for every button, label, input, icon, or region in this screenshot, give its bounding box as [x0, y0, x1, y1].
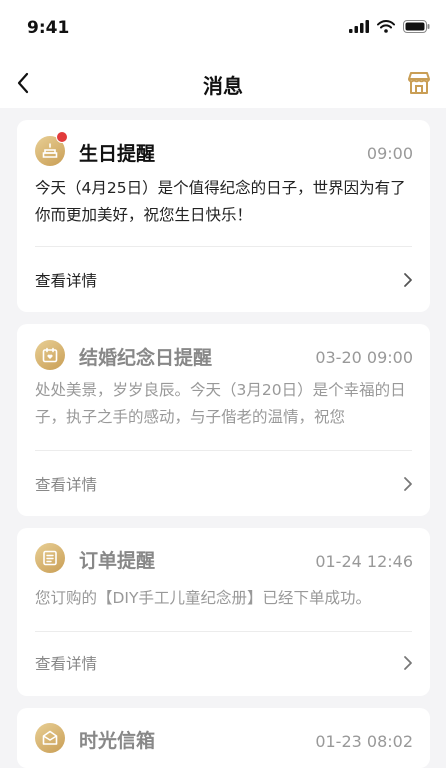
view-details-label: 查看详情 [35, 476, 98, 494]
divider [35, 450, 412, 451]
message-card-order[interactable]: 订单提醒 01-24 12:46 您订购的【DIY手工儿童纪念册】已经下单成功。… [17, 528, 430, 696]
message-card-birthday[interactable]: 生日提醒 09:00 今天（4月25日）是个值得纪念的日子，世界因为有了你而更加… [17, 120, 430, 312]
message-title: 结婚纪念日提醒 [79, 347, 213, 369]
view-details-label: 查看详情 [35, 272, 98, 290]
view-details-label: 查看详情 [35, 655, 98, 673]
status-icons [349, 20, 430, 33]
signal-icon [349, 20, 369, 33]
message-time: 03-20 09:00 [315, 348, 413, 367]
message-body: 处处美景，岁岁良辰。今天（3月20日）是个幸福的日子，执子之手的感动，与子偕老的… [35, 381, 406, 426]
message-time: 09:00 [366, 144, 413, 163]
calendar-heart-icon [35, 340, 65, 370]
order-list-icon [35, 543, 65, 573]
shop-icon[interactable] [406, 70, 432, 96]
message-body: 您订购的【DIY手工儿童纪念册】已经下单成功。 [35, 589, 371, 607]
message-time: 01-23 08:02 [315, 732, 413, 751]
view-details-link[interactable]: 查看详情 [17, 256, 430, 304]
divider [35, 631, 412, 632]
top-bar: 9:41 消息 [0, 0, 446, 108]
message-title: 订单提醒 [79, 550, 156, 572]
battery-icon [403, 20, 430, 33]
wifi-icon [377, 20, 395, 33]
message-time: 01-24 12:46 [315, 552, 413, 571]
message-card-time-mailbox[interactable]: 时光信箱 01-23 08:02 [17, 708, 430, 768]
unread-dot [56, 131, 68, 143]
status-time: 9:41 [27, 18, 70, 38]
chevron-right-icon [404, 477, 412, 491]
divider [35, 246, 412, 247]
message-title: 生日提醒 [79, 143, 156, 165]
message-card-anniversary[interactable]: 结婚纪念日提醒 03-20 09:00 处处美景，岁岁良辰。今天（3月20日）是… [17, 324, 430, 516]
page-title: 消息 [203, 74, 243, 98]
view-details-link[interactable]: 查看详情 [17, 639, 430, 687]
chevron-right-icon [404, 273, 412, 287]
message-body: 今天（4月25日）是个值得纪念的日子，世界因为有了你而更加美好，祝您生日快乐！ [35, 179, 406, 224]
chevron-right-icon [404, 656, 412, 670]
view-details-link[interactable]: 查看详情 [17, 460, 430, 508]
